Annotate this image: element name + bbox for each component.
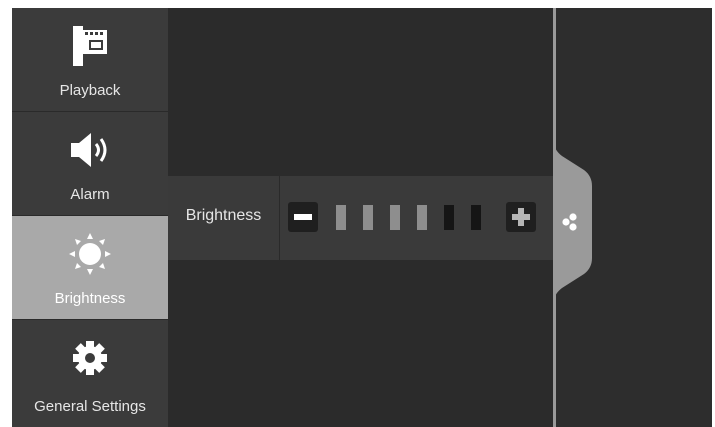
brightness-segment[interactable] [363, 205, 373, 230]
sidebar: Playback Alarm Brightness General Settin… [12, 8, 168, 427]
sidebar-item-alarm[interactable]: Alarm [12, 112, 168, 216]
film-icon [73, 26, 107, 66]
sidebar-item-label: General Settings [34, 398, 146, 415]
brightness-segment[interactable] [444, 205, 454, 230]
minus-icon [294, 214, 312, 220]
increase-button[interactable] [506, 202, 536, 232]
sidebar-item-brightness[interactable]: Brightness [12, 216, 168, 320]
brightness-slider[interactable] [288, 200, 548, 236]
decrease-button[interactable] [288, 202, 318, 232]
brightness-setting-row: Brightness [168, 176, 553, 260]
sidebar-item-playback[interactable]: Playback [12, 8, 168, 112]
speaker-icon [71, 133, 107, 167]
device-screen: Playback Alarm Brightness General Settin… [12, 8, 712, 427]
gear-icon [73, 341, 107, 375]
brightness-segment[interactable] [417, 205, 427, 230]
brightness-segment[interactable] [336, 205, 346, 230]
sidebar-item-label: Alarm [70, 186, 110, 203]
sun-icon [69, 233, 111, 275]
sidebar-item-general-settings[interactable]: General Settings [12, 320, 168, 427]
sidebar-item-label: Playback [59, 82, 121, 99]
plus-icon [512, 208, 530, 226]
brightness-segment[interactable] [390, 205, 400, 230]
sidebar-item-label: Brightness [54, 290, 126, 307]
panel-tab[interactable] [554, 142, 592, 302]
brightness-label: Brightness [168, 176, 280, 260]
brightness-segment[interactable] [471, 205, 481, 230]
